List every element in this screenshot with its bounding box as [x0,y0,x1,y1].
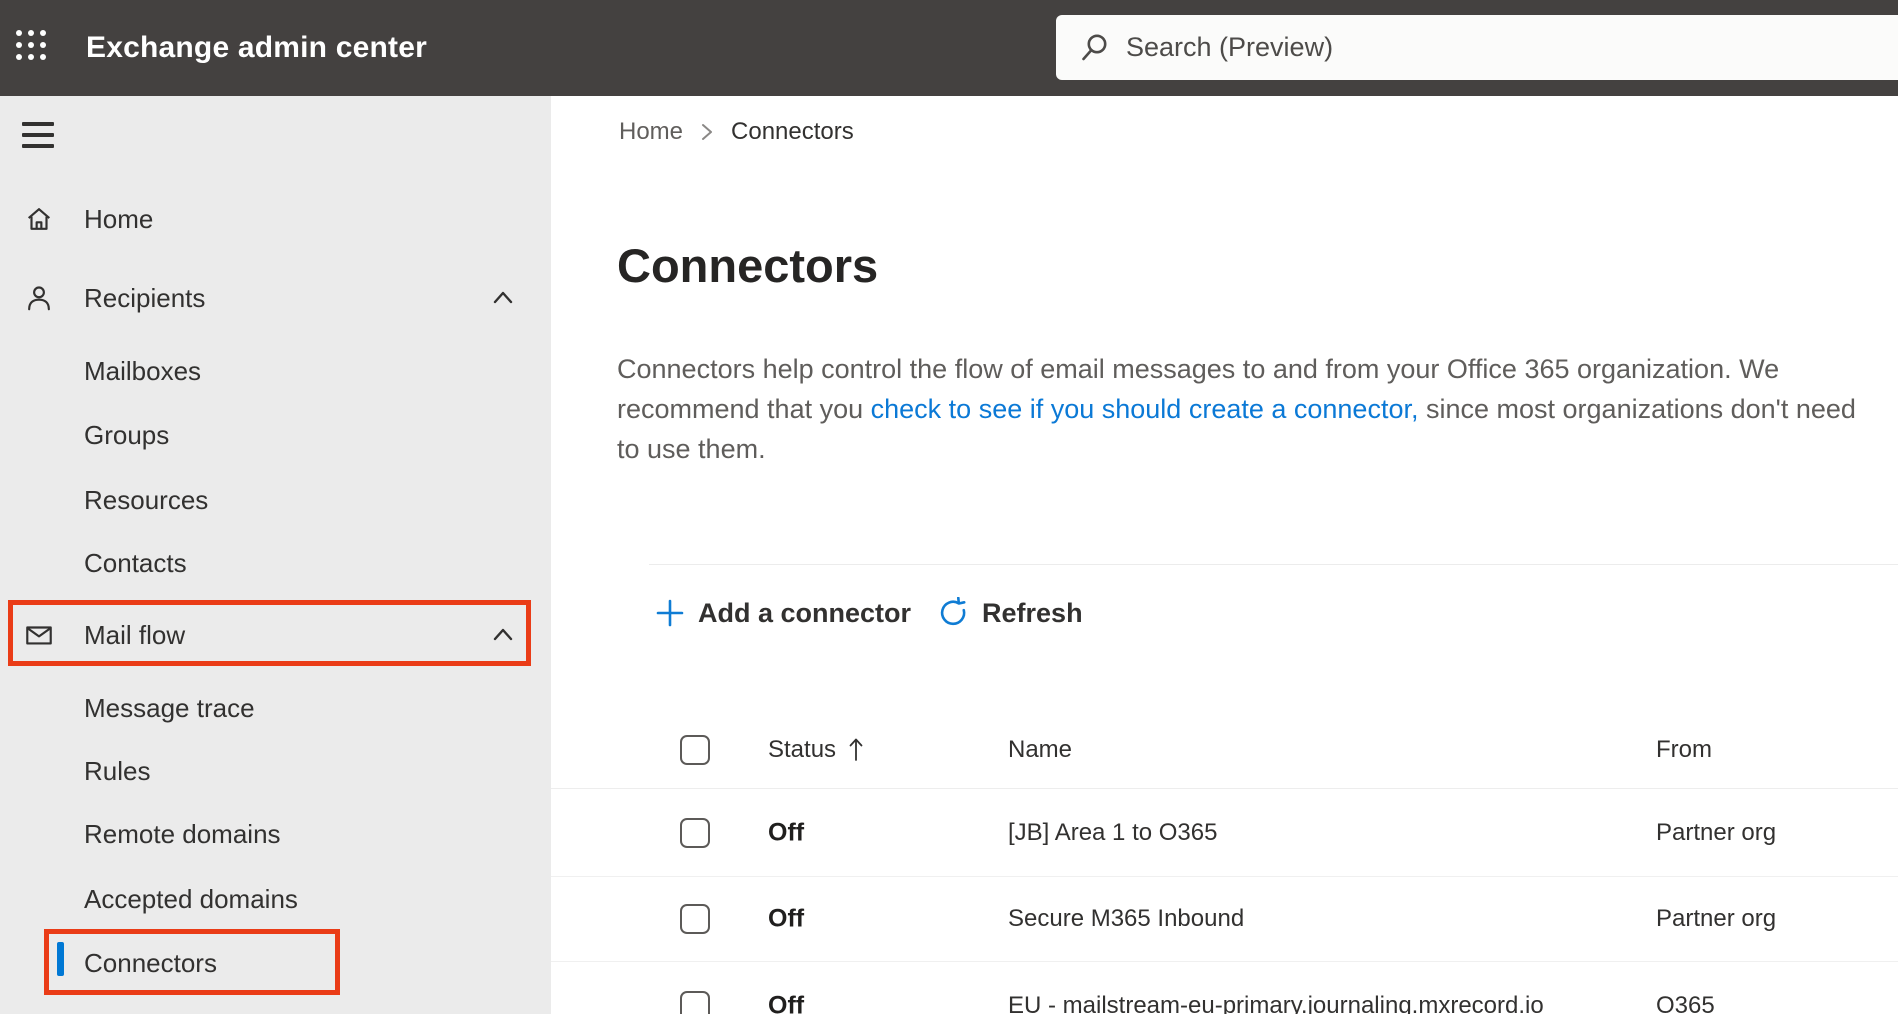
row-checkbox[interactable] [680,817,710,848]
sidebar-item-label: Groups [84,419,170,450]
cell-status: Off [768,818,805,846]
breadcrumb: Home Connectors [619,118,854,146]
sidebar-item-label: Rules [84,755,151,786]
sidebar-item-label: Resources [84,484,209,515]
sidebar-item-label: Message trace [84,692,255,723]
sidebar-item-mail-flow[interactable]: Mail flow [0,613,551,657]
page-description: Connectors help control the flow of emai… [617,349,1885,469]
cell-name: EU - mailstream-eu-primary.journaling.mx… [1008,992,1544,1014]
home-icon [27,208,51,230]
breadcrumb-home-link[interactable]: Home [619,118,683,146]
sidebar-item-label: Mail flow [84,619,186,650]
sidebar-item-label: Home [84,203,154,234]
plus-icon [656,599,684,627]
chevron-up-icon[interactable] [488,283,518,313]
global-search[interactable] [1056,15,1898,80]
cell-from: Partner org [1656,905,1777,932]
table-row[interactable]: Off EU - mailstream-eu-primary.journalin… [551,962,1898,1014]
sidebar-item-label: Remote domains [84,818,281,849]
toolbar-divider [649,564,1898,565]
sidebar-item-contacts[interactable]: Contacts [0,541,551,585]
add-connector-button[interactable]: Add a connector [655,598,911,629]
selected-item-indicator [57,942,64,976]
sidebar-item-label: Mailboxes [84,355,202,386]
sidebar-item-mailboxes[interactable]: Mailboxes [0,349,551,393]
sidebar-item-label: Accepted domains [84,883,298,914]
refresh-label: Refresh [982,597,1083,628]
cell-name: [JB] Area 1 to O365 [1008,818,1218,846]
page-title: Connectors [617,239,879,292]
connectors-table: Status Name From Off [JB] Area 1 to O365… [551,711,1898,1014]
left-nav: Home Recipients Mailboxes Groups Resourc… [0,96,551,1014]
person-icon [28,286,50,311]
cell-name: Secure M365 Inbound [1008,905,1245,932]
nav-collapse-icon[interactable] [22,122,54,148]
sort-ascending-icon [849,738,863,761]
refresh-icon [940,597,966,626]
main-content: Home Connectors Connectors Connectors he… [551,96,1898,1014]
row-checkbox[interactable] [680,904,710,934]
sidebar-item-message-trace[interactable]: Message trace [0,686,551,730]
refresh-button[interactable]: Refresh [937,597,1083,629]
command-bar: Add a connector Refresh [655,591,1083,635]
sidebar-item-label: Recipients [84,282,206,313]
cell-from: O365 [1656,992,1715,1014]
table-row[interactable]: Off [JB] Area 1 to O365 Partner org [551,789,1898,877]
cell-status: Off [768,904,805,933]
row-checkbox[interactable] [680,991,710,1014]
select-all-checkbox[interactable] [680,734,710,765]
cell-status: Off [768,991,805,1014]
top-app-bar: Exchange admin center [0,0,1898,96]
chevron-up-icon[interactable] [488,620,518,650]
cell-from: Partner org [1656,818,1777,846]
sidebar-item-home[interactable]: Home [0,197,551,241]
app-title: Exchange admin center [86,31,427,64]
column-header-name[interactable]: Name [1008,736,1072,764]
table-header-row: Status Name From [551,711,1898,789]
sidebar-item-resources[interactable]: Resources [0,478,551,522]
breadcrumb-current: Connectors [731,118,854,145]
sidebar-item-recipients[interactable]: Recipients [0,276,551,320]
sidebar-item-groups[interactable]: Groups [0,413,551,457]
sidebar-item-rules[interactable]: Rules [0,749,551,793]
envelope-icon [26,626,52,645]
breadcrumb-chevron-icon [702,124,713,140]
sidebar-item-connectors[interactable]: Connectors [0,941,551,985]
search-input[interactable] [1126,32,1726,63]
table-row[interactable]: Off Secure M365 Inbound Partner org [551,877,1898,962]
add-connector-label: Add a connector [698,597,912,628]
column-header-status[interactable]: Status [768,736,864,764]
column-header-from[interactable]: From [1656,736,1712,764]
app-launcher-icon[interactable] [16,30,52,66]
search-icon [1082,34,1107,60]
create-connector-check-link[interactable]: check to see if you should create a conn… [871,394,1419,424]
sidebar-item-accepted-domains[interactable]: Accepted domains [0,877,551,921]
sidebar-item-label: Contacts [84,547,187,578]
sidebar-item-remote-domains[interactable]: Remote domains [0,812,551,856]
sidebar-item-label: Connectors [84,947,217,978]
